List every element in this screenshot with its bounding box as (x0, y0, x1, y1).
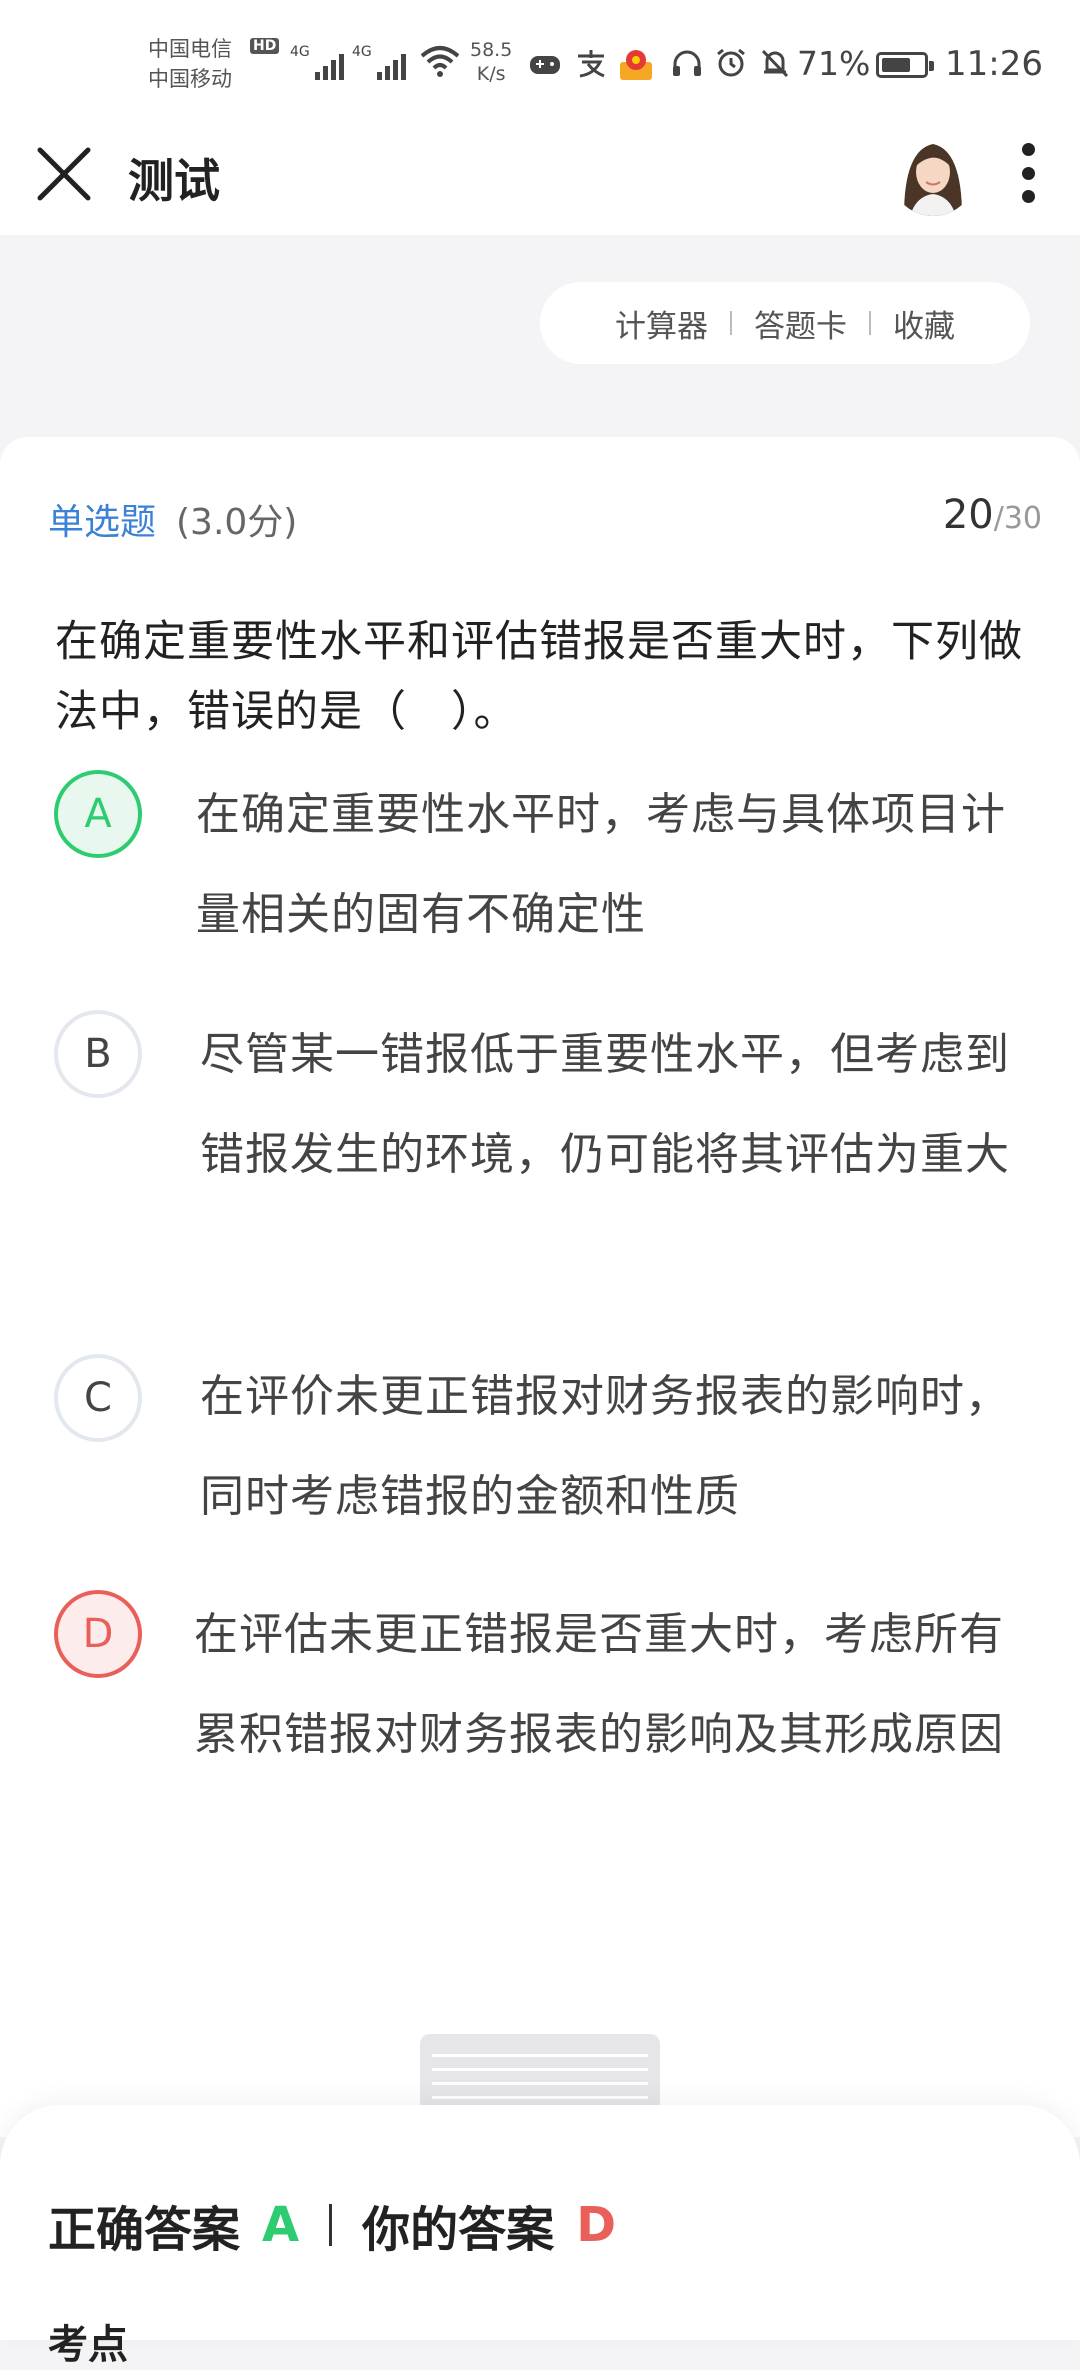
favorite-button[interactable]: 收藏 (893, 301, 955, 346)
question-type: 单选题 (48, 502, 157, 543)
avatar[interactable] (890, 130, 976, 216)
question-progress: 20/30 (943, 492, 1042, 538)
app-badge-icon (618, 48, 654, 80)
carrier-telecom: 中国电信 (148, 37, 232, 61)
answer-summary: 正确答案 A 你的答案 D (48, 2190, 616, 2260)
option-b-text[interactable]: 尽管某一错报低于重要性水平，但考虑到错报发生的环境，仍可能将其评估为重大 (200, 1005, 1040, 1205)
sheet-drag-handle[interactable] (420, 2034, 660, 2114)
tools-bar: 计算器 答题卡 收藏 (540, 282, 1030, 364)
wifi-icon (420, 44, 460, 86)
more-menu-icon[interactable] (1010, 143, 1046, 203)
close-icon[interactable] (32, 142, 96, 206)
calculator-button[interactable]: 计算器 (615, 301, 708, 346)
option-b-marker[interactable]: B (54, 1010, 142, 1098)
status-time: 11:26 (945, 44, 1043, 84)
alipay-icon (574, 48, 608, 78)
divider (869, 311, 871, 335)
your-answer-label: 你的答案 (362, 2202, 555, 2258)
battery-percent: 71% (797, 44, 871, 83)
alarm-icon (714, 48, 748, 78)
battery-icon (876, 52, 934, 78)
question-stem: 在确定重要性水平和评估错报是否重大时，下列做法中，错误的是（ ）。 (55, 617, 1023, 737)
divider (730, 311, 732, 335)
headphones-icon (670, 48, 704, 78)
network-speed: 58.5 K/s (470, 38, 512, 86)
mute-bell-icon (758, 48, 792, 78)
speed-unit: K/s (476, 63, 506, 85)
current-question-number: 20 (942, 492, 994, 538)
status-bar: 中国电信 中国移动 HD 4G 4G 58.5 K/s 71% 11:26 (0, 0, 1080, 130)
your-answer-value: D (576, 2197, 617, 2253)
option-d-text[interactable]: 在评估未更正错报是否重大时，考虑所有累积错报对财务报表的影响及其形成原因 (194, 1585, 1034, 1785)
option-d-marker[interactable]: D (54, 1590, 142, 1678)
correct-answer-value: A (262, 2197, 300, 2253)
network-type-2: 4G (352, 44, 372, 60)
game-controller-icon (528, 48, 562, 78)
question-score: (3.0分) (176, 502, 298, 543)
signal-icon-2: 4G (352, 44, 406, 80)
divider (329, 2204, 333, 2246)
network-type-1: 4G (290, 44, 310, 60)
option-c-marker[interactable]: C (54, 1354, 142, 1442)
option-a-text[interactable]: 在确定重要性水平时，考虑与具体项目计量相关的固有不确定性 (196, 765, 1036, 965)
answer-card-button[interactable]: 答题卡 (754, 301, 847, 346)
speed-value: 58.5 (470, 39, 513, 61)
signal-icon: 4G (290, 44, 344, 80)
option-a-marker[interactable]: A (54, 770, 142, 858)
hd-icon: HD (250, 38, 280, 54)
knowledge-point-heading: 考点 (48, 2322, 128, 2368)
option-c-text[interactable]: 在评价未更正错报对财务报表的影响时，同时考虑错报的金额和性质 (200, 1347, 1040, 1547)
total-questions: /30 (993, 501, 1042, 536)
page-title: 测试 (128, 154, 220, 208)
carrier-mobile: 中国移动 (148, 67, 232, 91)
correct-answer-label: 正确答案 (48, 2202, 241, 2258)
carrier-labels: 中国电信 中国移动 (148, 34, 232, 94)
